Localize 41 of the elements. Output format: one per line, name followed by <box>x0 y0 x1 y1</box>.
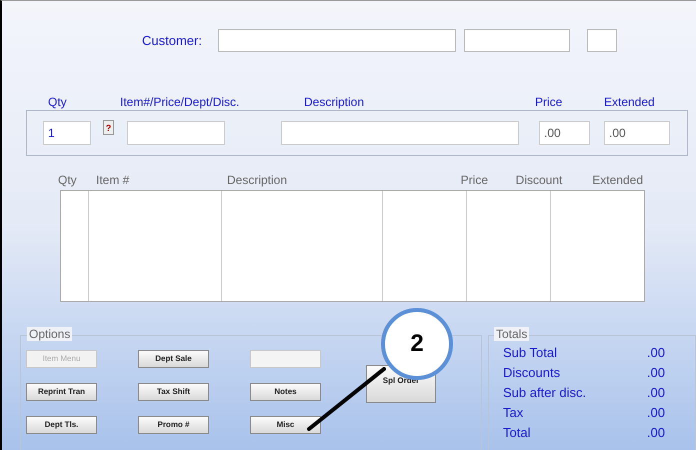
item-field[interactable] <box>127 121 225 145</box>
column-header: Price <box>460 172 488 188</box>
blank-button[interactable] <box>250 350 321 368</box>
column-header: Extended <box>604 95 655 109</box>
column-header: Qty <box>48 95 67 109</box>
option-button[interactable]: Dept Sale <box>138 350 209 368</box>
total-value: .00 <box>646 384 665 402</box>
option-button[interactable]: Reprint Tran <box>26 383 97 401</box>
customer-field[interactable] <box>587 29 617 52</box>
option-button[interactable]: Tax Shift <box>138 383 209 401</box>
column-header: Price <box>535 95 562 109</box>
column-header: Item # <box>96 173 130 187</box>
column-header: Extended <box>592 172 643 188</box>
column-header: Description <box>304 95 364 109</box>
total-label: Sub after disc. <box>503 384 586 402</box>
total-value: .00 <box>646 404 665 422</box>
column-header: Qty <box>58 173 77 187</box>
column-header: Description <box>227 173 288 187</box>
column-header: Item#/Price/Dept/Disc. <box>120 95 240 109</box>
total-value: .00 <box>646 364 665 382</box>
lookup-button[interactable]: ? <box>103 120 114 135</box>
customer-field[interactable] <box>464 29 570 52</box>
option-button[interactable]: Notes <box>250 383 321 401</box>
qty-field[interactable]: 1 <box>43 121 91 145</box>
customer-label: Customer: <box>142 32 203 50</box>
options-title: Options <box>27 327 72 341</box>
customer-field[interactable] <box>218 29 456 52</box>
column-header: Discount <box>516 172 562 188</box>
option-button[interactable]: Promo # <box>138 416 209 434</box>
total-label: Discounts <box>503 364 560 382</box>
total-label: Tax <box>503 404 524 422</box>
total-label: Total <box>503 424 530 442</box>
totals-title: Totals <box>494 327 530 341</box>
description-field[interactable] <box>281 121 519 145</box>
option-button[interactable]: Dept Tls. <box>26 416 97 434</box>
total-label: Sub Total <box>503 344 557 362</box>
total-value: .00 <box>646 344 665 362</box>
extended-field[interactable]: .00 <box>604 121 670 145</box>
price-field[interactable]: .00 <box>539 121 590 145</box>
option-button[interactable]: Misc <box>250 416 321 434</box>
total-value: .00 <box>646 424 665 442</box>
